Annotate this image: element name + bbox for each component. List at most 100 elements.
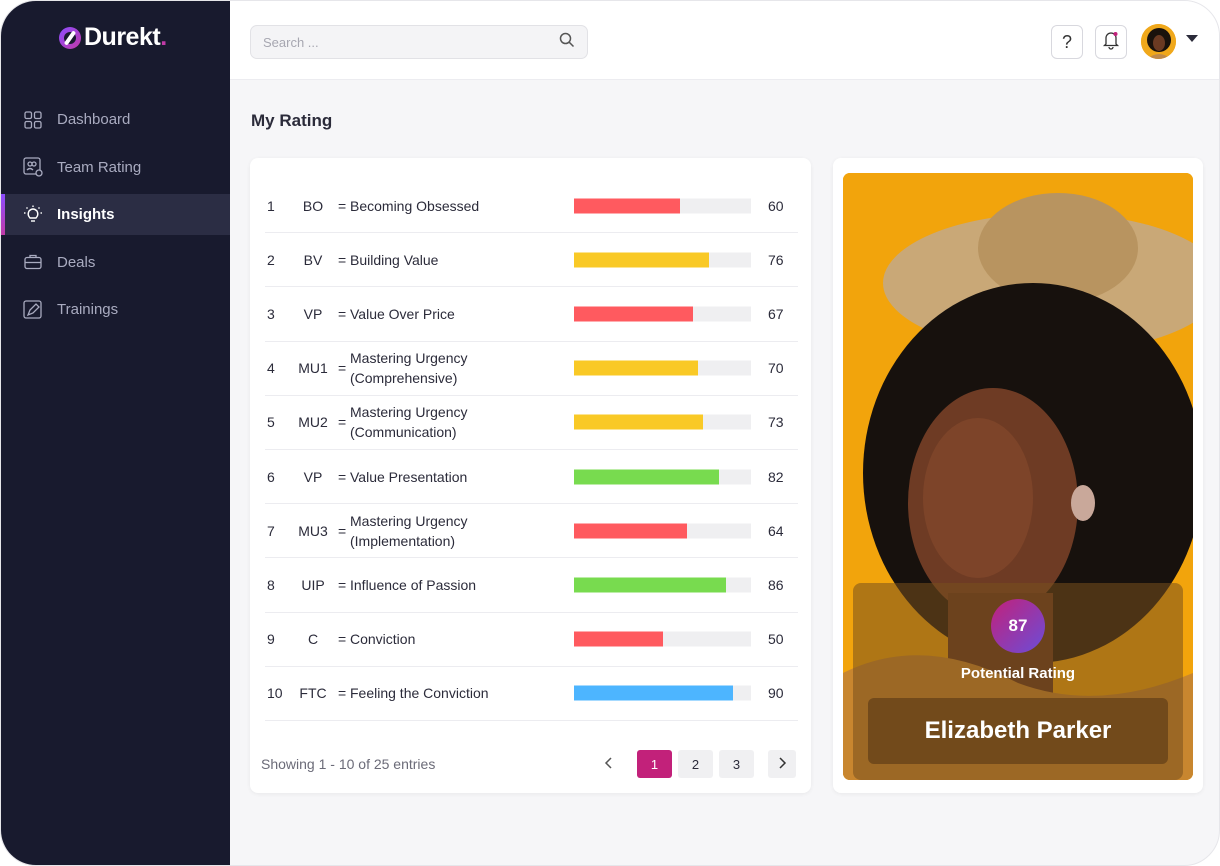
rating-bar-fill (574, 523, 688, 539)
equals-sign: = (338, 631, 347, 648)
sidebar: Durekt. Dashboard Team Rating Insights D… (1, 1, 230, 865)
rating-index: 7 (267, 522, 275, 539)
sidebar-item-trainings[interactable]: Trainings (1, 289, 230, 330)
rating-label: Value Over Price (350, 305, 455, 322)
logo-phone-icon (59, 26, 81, 49)
pagination-next-button[interactable] (768, 750, 796, 778)
rating-bar (574, 360, 751, 376)
entries-summary: Showing 1 - 10 of 25 entries (261, 756, 436, 772)
rating-value: 90 (768, 685, 784, 702)
user-avatar[interactable] (1141, 24, 1176, 59)
rating-bar-fill (574, 631, 663, 647)
brand-dot: . (160, 23, 168, 51)
rating-code: MU1 (298, 360, 328, 377)
rating-bar-fill (574, 685, 734, 701)
team-rating-icon (23, 157, 43, 177)
rating-label: Mastering Urgency (Communication) (350, 404, 468, 441)
rating-code: VP (303, 468, 323, 485)
bell-icon (1102, 30, 1120, 55)
rating-bar (574, 631, 751, 647)
rating-index: 3 (267, 305, 275, 322)
rating-row: 9 C = Conviction 50 (265, 613, 798, 667)
rating-row: 10 FTC = Feeling the Conviction 90 (265, 667, 798, 721)
rating-bar (574, 523, 751, 539)
rating-code: UIP (301, 576, 325, 593)
sidebar-item-label: Team Rating (57, 158, 142, 176)
rating-index: 2 (267, 251, 275, 268)
rating-label: Mastering Urgency (Implementation) (350, 512, 468, 549)
chevron-left-icon (604, 756, 614, 773)
rating-row: 7 MU3 = Mastering Urgency (Implementation) 6… (265, 504, 798, 559)
sidebar-item-deals[interactable]: Deals (1, 242, 230, 283)
rating-bar-fill (574, 306, 693, 322)
search-icon[interactable] (559, 32, 575, 53)
sidebar-item-label: Insights (57, 206, 115, 223)
rating-index: 6 (267, 468, 275, 485)
pagination-page-3[interactable]: 3 (719, 750, 754, 778)
search-input[interactable] (263, 34, 559, 50)
lightbulb-icon (23, 205, 43, 225)
sidebar-item-team-rating[interactable]: Team Rating (1, 147, 230, 188)
profile-photo: 87 Potential Rating Elizabeth Parker (843, 173, 1193, 780)
rating-value: 50 (768, 631, 784, 648)
pagination-prev-button[interactable] (595, 750, 623, 778)
rating-code: BV (303, 251, 323, 268)
brand-name: Durekt (84, 23, 161, 51)
pagination-page-2[interactable]: 2 (678, 750, 713, 778)
rating-bar-fill (574, 414, 704, 430)
rating-bar-fill (574, 577, 727, 593)
rating-bar (574, 306, 751, 322)
rating-bar (574, 469, 751, 485)
brand-logo[interactable]: Durekt. (59, 23, 167, 52)
sidebar-item-label: Deals (57, 253, 96, 271)
rating-index: 8 (267, 576, 275, 593)
equals-sign: = (338, 522, 347, 539)
rating-value: 82 (768, 468, 784, 485)
potential-rating-score: 87 (991, 599, 1045, 653)
rating-bar-fill (574, 198, 681, 214)
chevron-right-icon (777, 756, 787, 773)
profile-name: Elizabeth Parker (868, 698, 1168, 764)
rating-row: 4 MU1 = Mastering Urgency (Comprehensive) 70 (265, 342, 798, 396)
rating-value: 70 (768, 360, 784, 377)
rating-code: MU2 (298, 414, 328, 431)
help-button[interactable]: ? (1051, 25, 1083, 59)
rating-label: Influence of Passion (350, 576, 477, 593)
pagination-page-1[interactable]: 1 (637, 750, 672, 778)
rating-overlay: 87 Potential Rating Elizabeth Parker (853, 583, 1183, 780)
rating-value: 64 (768, 522, 784, 539)
rating-code: BO (302, 197, 324, 214)
pen-icon (23, 299, 43, 320)
rating-row: 2 BV = Building Value 76 (265, 233, 798, 288)
equals-sign: = (338, 360, 347, 377)
help-label: ? (1061, 31, 1072, 52)
rating-value: 76 (768, 251, 784, 268)
sidebar-item-dashboard[interactable]: Dashboard (1, 99, 230, 140)
rating-value: 86 (768, 576, 784, 593)
rating-value: 67 (768, 305, 784, 322)
chevron-down-icon[interactable] (1186, 35, 1198, 42)
rating-label: Value Presentation (350, 468, 468, 485)
sidebar-nav: Dashboard Team Rating Insights Deals Tra… (1, 99, 230, 337)
rating-row: 8 UIP = Influence of Passion 86 (265, 558, 798, 613)
rating-bar (574, 252, 751, 268)
rating-index: 5 (267, 414, 275, 431)
rating-bar-fill (574, 252, 709, 268)
notifications-button[interactable] (1095, 25, 1127, 59)
rating-value: 73 (768, 414, 784, 431)
top-header: ? (230, 1, 1219, 80)
equals-sign: = (338, 305, 347, 322)
rating-label: Feeling the Conviction (350, 685, 489, 702)
rating-index: 1 (267, 197, 275, 214)
equals-sign: = (338, 197, 347, 214)
rating-bar (574, 198, 751, 214)
ratings-list: 1 BO = Becoming Obsessed 60 2 BV = Building Valu… (265, 179, 798, 721)
profile-card: 87 Potential Rating Elizabeth Parker (833, 158, 1203, 793)
rating-index: 10 (267, 685, 283, 702)
equals-sign: = (338, 251, 347, 268)
sidebar-item-insights[interactable]: Insights (1, 194, 230, 235)
rating-label: Conviction (350, 631, 416, 648)
rating-index: 4 (267, 360, 275, 377)
app-window: Durekt. Dashboard Team Rating Insights D… (0, 0, 1220, 866)
rating-code: C (307, 631, 319, 648)
